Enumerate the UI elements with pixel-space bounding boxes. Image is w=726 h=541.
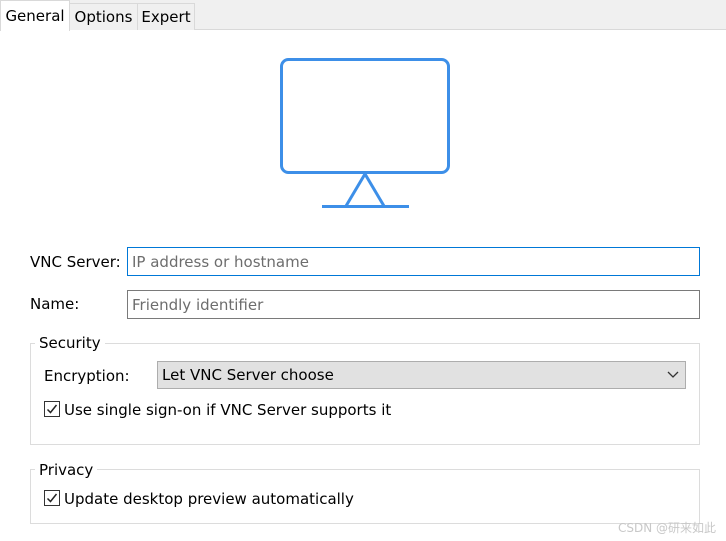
tab-expert[interactable]: Expert bbox=[137, 3, 195, 30]
sso-checkbox[interactable] bbox=[44, 401, 60, 417]
vnc-server-input[interactable] bbox=[127, 247, 700, 276]
checkmark-icon bbox=[46, 493, 58, 503]
monitor-icon bbox=[280, 58, 450, 208]
encryption-label: Encryption: bbox=[44, 367, 130, 385]
encryption-select-value: Let VNC Server choose bbox=[162, 366, 334, 384]
vnc-server-label: VNC Server: bbox=[30, 253, 121, 271]
encryption-select[interactable]: Let VNC Server choose bbox=[157, 361, 686, 389]
preview-checkbox[interactable] bbox=[44, 490, 60, 506]
tab-bar: General Options Expert bbox=[0, 0, 726, 31]
name-label: Name: bbox=[30, 295, 80, 313]
tab-general[interactable]: General bbox=[0, 0, 70, 31]
name-input[interactable] bbox=[127, 290, 700, 319]
security-group-title: Security bbox=[35, 334, 105, 352]
sso-checkbox-label[interactable]: Use single sign-on if VNC Server support… bbox=[64, 401, 391, 419]
tab-options[interactable]: Options bbox=[69, 3, 138, 30]
privacy-group-title: Privacy bbox=[35, 461, 98, 479]
chevron-down-icon bbox=[667, 371, 679, 378]
checkmark-icon bbox=[46, 404, 58, 414]
security-group bbox=[30, 343, 700, 445]
preview-checkbox-label[interactable]: Update desktop preview automatically bbox=[64, 490, 354, 508]
watermark: CSDN @研来如此 bbox=[617, 521, 716, 535]
